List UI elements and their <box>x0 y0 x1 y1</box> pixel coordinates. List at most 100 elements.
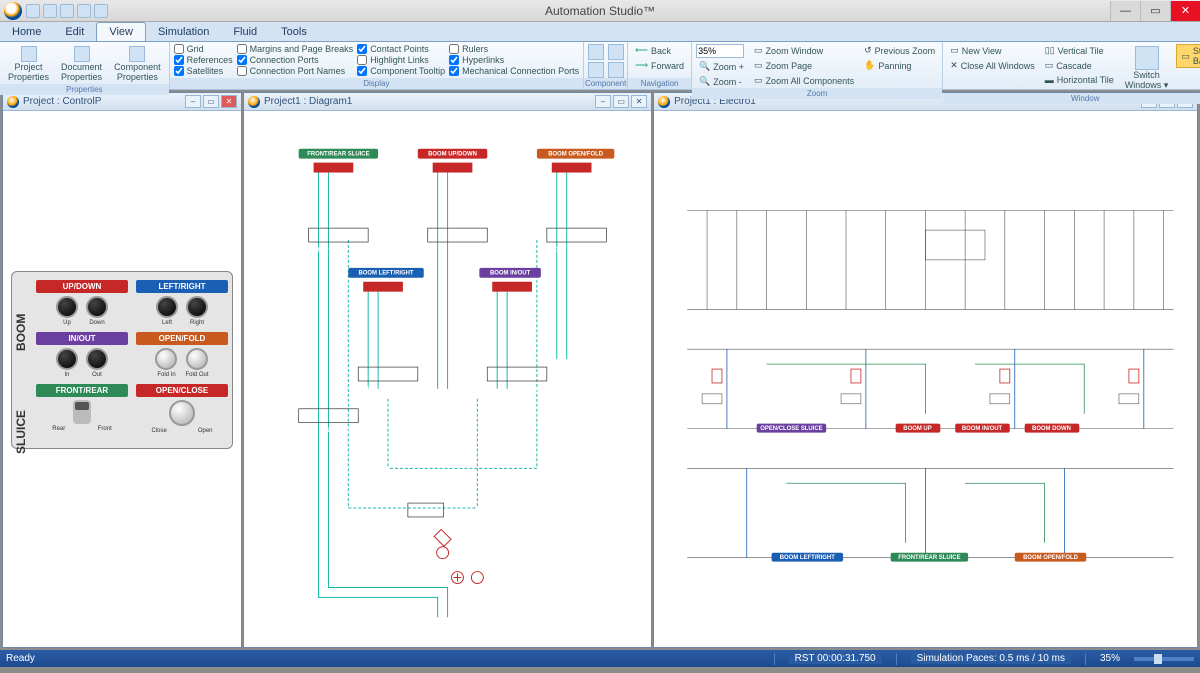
pane-close-button[interactable]: ✕ <box>221 95 237 108</box>
grid-checkbox[interactable]: Grid <box>174 44 233 54</box>
svg-text:Boom Left: Boom Left <box>349 387 378 393</box>
zoom-out-icon: 🔍 <box>699 76 710 87</box>
switch-windows-button[interactable]: Switch Windows ▾ <box>1121 44 1173 93</box>
nav-forward-button[interactable]: ⟶Forward <box>632 59 687 72</box>
pane-close-button[interactable]: ✕ <box>631 95 647 108</box>
panning-button[interactable]: ✋Panning <box>861 59 938 72</box>
window-close-button[interactable]: ✕ <box>1170 1 1200 21</box>
nav-back-button[interactable]: ⟵Back <box>632 44 674 57</box>
frontrear-toggle[interactable] <box>73 400 91 424</box>
svg-text:BOOM UP/DOWN: BOOM UP/DOWN <box>428 151 477 157</box>
component-tool-4-icon[interactable] <box>608 62 624 78</box>
qat-undo-icon[interactable] <box>43 4 57 18</box>
pane-control-body[interactable]: BOOM SLUICE UP/DOWN Up Down LEFT/RIGHT L… <box>3 111 241 647</box>
out-knob[interactable]: Out <box>86 348 108 378</box>
zoom-all-button[interactable]: ▭Zoom All Components <box>751 74 857 87</box>
zoom-window-icon: ▭ <box>754 45 763 56</box>
pane-control-title: Project : ControlP <box>23 96 101 107</box>
vertical-tile-button[interactable]: ▯▯Vertical Tile <box>1042 44 1117 57</box>
cascade-button[interactable]: ▭Cascade <box>1042 59 1117 72</box>
document-properties-label: Document Properties <box>61 62 102 82</box>
qat-stop-icon[interactable] <box>94 4 108 18</box>
tab-view[interactable]: View <box>96 22 146 41</box>
svg-text:Sluice Close: Sluice Close <box>326 428 362 434</box>
pane-control: Project : ControlP – ▭ ✕ BOOM SLUICE UP/… <box>2 92 242 648</box>
connection-port-names-checkbox[interactable]: Connection Port Names <box>237 66 354 76</box>
zoom-in-icon: 🔍 <box>699 61 710 72</box>
window-maximize-button[interactable]: ▭ <box>1140 1 1170 21</box>
pane-maximize-button[interactable]: ▭ <box>613 95 629 108</box>
pane-diagram-titlebar[interactable]: Project1 : Diagram1 – ▭ ✕ <box>244 93 651 111</box>
contact-points-checkbox[interactable]: Contact Points <box>357 44 445 54</box>
rulers-checkbox[interactable]: Rulers <box>449 44 579 54</box>
project-properties-button[interactable]: Project Properties <box>4 44 53 84</box>
openclose-header: OPEN/CLOSE <box>136 384 228 397</box>
component-tool-2-icon[interactable] <box>588 62 604 78</box>
qat-run-icon[interactable] <box>77 4 91 18</box>
control-panel: BOOM SLUICE UP/DOWN Up Down LEFT/RIGHT L… <box>11 271 233 449</box>
zoom-window-button[interactable]: ▭Zoom Window <box>751 44 857 57</box>
zoom-slider[interactable] <box>1134 657 1194 661</box>
tab-edit[interactable]: Edit <box>53 23 96 41</box>
boom-section-label: BOOM <box>14 282 28 382</box>
up-knob[interactable]: Up <box>56 296 78 326</box>
connection-ports-checkbox[interactable]: Connection Ports <box>237 55 354 65</box>
zoom-page-button[interactable]: ▭Zoom Page <box>751 59 857 72</box>
pan-hand-icon: ✋ <box>864 60 875 71</box>
component-tooltip-checkbox[interactable]: Component Tooltip <box>357 66 445 76</box>
zoom-value-input[interactable] <box>696 44 744 58</box>
status-ready: Ready <box>6 653 35 664</box>
previous-zoom-button[interactable]: ↺Previous Zoom <box>861 44 938 57</box>
horizontal-tile-button[interactable]: ▬Horizontal Tile <box>1042 74 1117 86</box>
qat-redo-icon[interactable] <box>60 4 74 18</box>
window-minimize-button[interactable]: — <box>1110 1 1140 21</box>
close-all-windows-button[interactable]: ✕Close All Windows <box>947 59 1038 72</box>
status-bar-toggle[interactable]: ▭Status Bar <box>1176 44 1200 68</box>
tab-fluid[interactable]: Fluid <box>221 23 269 41</box>
svg-text:Boom Right: Boom Right <box>391 387 425 393</box>
highlight-links-checkbox[interactable]: Highlight Links <box>357 55 445 65</box>
component-tool-1-icon[interactable] <box>588 44 604 60</box>
hyperlinks-checkbox[interactable]: Hyperlinks <box>449 55 579 65</box>
pane-icon <box>248 96 260 108</box>
updown-header: UP/DOWN <box>36 280 128 293</box>
margins-checkbox[interactable]: Margins and Page Breaks <box>237 44 354 54</box>
arrow-left-icon: ⟵ <box>635 45 648 56</box>
tab-simulation[interactable]: Simulation <box>146 23 221 41</box>
qat-save-icon[interactable] <box>26 4 40 18</box>
foldout-knob[interactable]: Fold Out <box>185 348 208 378</box>
satellites-checkbox[interactable]: Satellites <box>174 66 233 76</box>
app-title: Automation Studio™ <box>545 4 655 18</box>
zoom-plus-button[interactable]: 🔍Zoom + <box>696 60 747 73</box>
tab-home[interactable]: Home <box>0 23 53 41</box>
pane-icon <box>658 96 670 108</box>
component-properties-button[interactable]: Component Properties <box>110 44 165 84</box>
pane-control-titlebar[interactable]: Project : ControlP – ▭ ✕ <box>3 93 241 111</box>
references-checkbox[interactable]: References <box>174 55 233 65</box>
in-knob[interactable]: In <box>56 348 78 378</box>
zoom-minus-button[interactable]: 🔍Zoom - <box>696 75 747 88</box>
svg-text:BOOM LEFT/RIGHT: BOOM LEFT/RIGHT <box>780 555 835 561</box>
pane-maximize-button[interactable]: ▭ <box>203 95 219 108</box>
zoom-all-icon: ▭ <box>754 75 763 86</box>
pane-minimize-button[interactable]: – <box>595 95 611 108</box>
arrow-right-icon: ⟶ <box>635 60 648 71</box>
pane-minimize-button[interactable]: – <box>185 95 201 108</box>
new-view-button[interactable]: ▭New View <box>947 44 1038 57</box>
left-knob[interactable]: Left <box>156 296 178 326</box>
ribbon-group-properties: Project Properties Document Properties C… <box>0 42 170 89</box>
tab-tools[interactable]: Tools <box>269 23 319 41</box>
down-knob[interactable]: Down <box>86 296 108 326</box>
app-logo-icon <box>4 2 22 20</box>
foldin-knob[interactable]: Fold In <box>155 348 177 378</box>
document-properties-button[interactable]: Document Properties <box>57 44 106 84</box>
mech-conn-ports-checkbox[interactable]: Mechanical Connection Ports <box>449 66 579 76</box>
openclose-dial[interactable] <box>169 400 195 426</box>
right-knob[interactable]: Right <box>186 296 208 326</box>
component-tool-3-icon[interactable] <box>608 44 624 60</box>
pane-electro-canvas[interactable]: OPEN/CLOSE SLUICE BOOM UP BOOM IN/OUT BO… <box>654 111 1197 647</box>
ribbon-group-window: ▭New View ✕Close All Windows ▯▯Vertical … <box>943 42 1200 89</box>
svg-text:BOOM OPEN/FOLD: BOOM OPEN/FOLD <box>548 151 603 157</box>
pane-diagram-canvas[interactable]: FRONT/REAR SLUICE BOOM UP/DOWN BOOM OPEN… <box>244 111 651 647</box>
svg-text:BOOM UP: BOOM UP <box>903 426 931 432</box>
